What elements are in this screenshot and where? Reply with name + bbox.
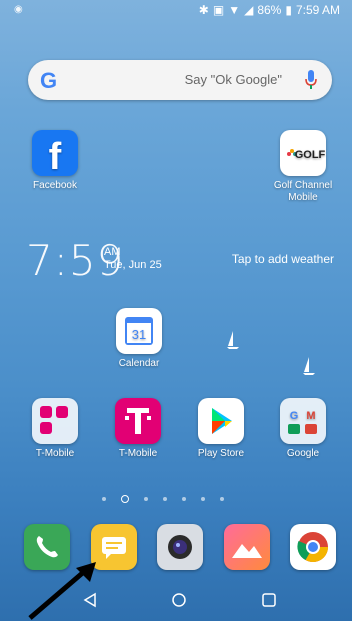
svg-text:G: G bbox=[290, 410, 299, 422]
sailboat-decoration bbox=[227, 331, 239, 349]
wifi-icon: ▼ bbox=[228, 3, 241, 17]
status-bar: ◉ ✱ ▣ ▼ ◢ 86% ▮ 7:59 AM bbox=[0, 0, 352, 22]
notification-icon: ◉ bbox=[14, 4, 23, 15]
back-icon[interactable] bbox=[82, 592, 98, 608]
weather-prompt[interactable]: Tap to add weather bbox=[232, 252, 334, 266]
page-dot bbox=[144, 497, 148, 501]
google-g-icon: G bbox=[40, 68, 58, 93]
play-store-icon bbox=[198, 398, 244, 444]
app-tmobile[interactable]: T-Mobile bbox=[103, 398, 173, 460]
search-hint: Say "Ok Google" bbox=[184, 72, 282, 87]
vibrate-icon: ▣ bbox=[212, 3, 225, 17]
facebook-icon: f bbox=[32, 130, 78, 176]
battery-icon: ▮ bbox=[285, 3, 292, 17]
tmobile-folder-icon bbox=[32, 398, 78, 444]
mic-icon[interactable] bbox=[304, 69, 318, 91]
app-facebook[interactable]: f Facebook bbox=[20, 130, 90, 192]
status-time: 7:59 AM bbox=[295, 3, 340, 17]
recents-icon[interactable] bbox=[261, 592, 277, 608]
google-folder-icon: G M bbox=[280, 398, 326, 444]
page-dot bbox=[182, 497, 186, 501]
app-label: Golf Channel Mobile bbox=[273, 180, 333, 203]
app-golf-channel[interactable]: GOLF Golf Channel Mobile bbox=[268, 130, 338, 204]
clock-ampm: AM bbox=[104, 246, 121, 258]
camera-icon[interactable] bbox=[157, 524, 203, 570]
folder-google[interactable]: G M Google bbox=[268, 398, 338, 460]
sailboat-decoration bbox=[303, 357, 315, 375]
svg-text:M: M bbox=[306, 410, 315, 422]
svg-text:31: 31 bbox=[132, 327, 146, 342]
svg-text:f: f bbox=[49, 136, 62, 176]
app-label: Facebook bbox=[33, 180, 77, 191]
clock-date: Tue, Jun 25 bbox=[104, 259, 162, 271]
app-calendar[interactable]: 31 Calendar bbox=[104, 308, 174, 370]
bluetooth-icon: ✱ bbox=[198, 3, 209, 17]
app-label: T-Mobile bbox=[35, 448, 75, 459]
chrome-icon[interactable] bbox=[290, 524, 336, 570]
app-label: T-Mobile bbox=[118, 448, 158, 459]
page-dot bbox=[220, 497, 224, 501]
tmobile-icon bbox=[115, 398, 161, 444]
app-label: Play Store bbox=[197, 448, 245, 459]
svg-text:GOLF: GOLF bbox=[295, 149, 326, 161]
calendar-icon: 31 bbox=[116, 308, 162, 354]
gallery-icon[interactable] bbox=[224, 524, 270, 570]
app-play-store[interactable]: Play Store bbox=[186, 398, 256, 460]
page-dot bbox=[102, 497, 106, 501]
battery-percent: 86% bbox=[257, 3, 282, 17]
home-screen: ◉ ✱ ▣ ▼ ◢ 86% ▮ 7:59 AM G Say "Ok Google… bbox=[0, 0, 352, 621]
page-indicator[interactable] bbox=[102, 495, 224, 503]
app-label: Google bbox=[286, 448, 320, 459]
app-label: Calendar bbox=[118, 358, 160, 369]
page-dot bbox=[163, 497, 167, 501]
google-search-bar[interactable]: G Say "Ok Google" bbox=[28, 60, 332, 100]
golf-channel-icon: GOLF bbox=[280, 130, 326, 176]
folder-tmobile[interactable]: T-Mobile bbox=[20, 398, 90, 460]
signal-icon: ◢ bbox=[244, 3, 254, 17]
page-dot-active bbox=[121, 495, 129, 503]
home-icon[interactable] bbox=[171, 592, 187, 608]
navigation-bar bbox=[0, 582, 352, 621]
page-dot bbox=[201, 497, 205, 501]
